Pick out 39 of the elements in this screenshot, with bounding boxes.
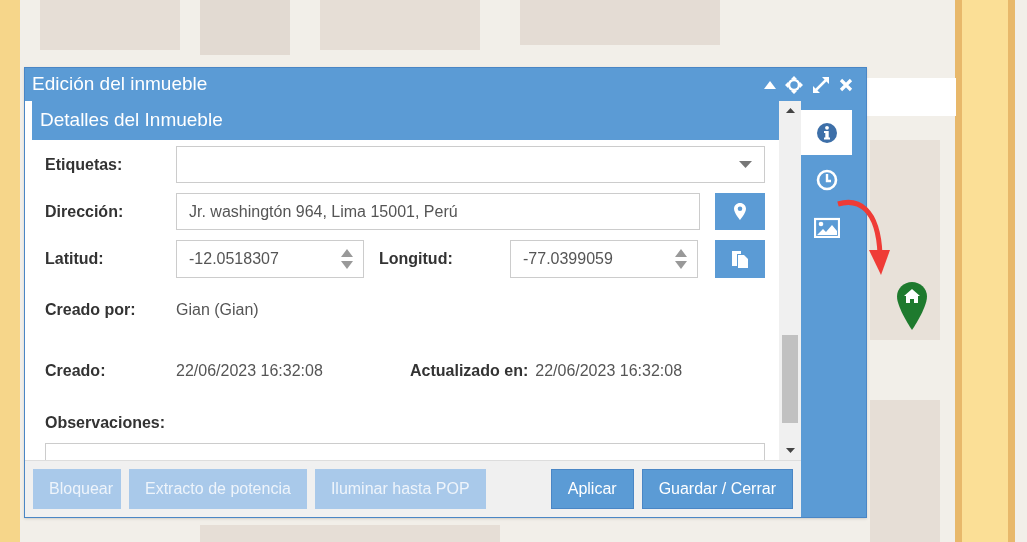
field-label: Dirección: [45, 201, 125, 222]
clipboard-icon [731, 249, 749, 269]
scrollbar-thumb[interactable] [782, 335, 798, 423]
save-close-button[interactable]: Guardar / Cerrar [641, 469, 793, 509]
maximize-icon[interactable] [812, 75, 830, 94]
clock-icon [815, 168, 838, 191]
scroll-up-icon[interactable] [785, 108, 795, 113]
field-label: Creado por: [45, 300, 137, 320]
locate-button[interactable] [715, 193, 765, 230]
field-value: 22/06/2023 16:32:08 [535, 361, 683, 381]
longitude-field[interactable]: -77.0399059 [510, 240, 698, 278]
spinner-icon[interactable] [341, 249, 353, 269]
caret-icon [739, 161, 752, 168]
move-icon[interactable] [785, 75, 803, 94]
home-marker-icon[interactable] [897, 282, 927, 330]
field-label: Longitud: [379, 249, 454, 269]
field-label: Observaciones: [45, 413, 167, 433]
close-icon[interactable] [839, 77, 853, 92]
map-pin-icon [734, 203, 746, 220]
latitude-field[interactable]: -12.0518307 [176, 240, 364, 278]
field-label: Latitud: [45, 249, 105, 269]
field-label: Actualizado en: [410, 361, 529, 381]
copy-button[interactable] [715, 240, 765, 278]
image-icon [813, 215, 840, 238]
side-tab[interactable] [801, 110, 852, 155]
field-value: 22/06/2023 16:32:08 [176, 361, 324, 381]
scroll-down-icon[interactable] [785, 448, 795, 453]
field-value: Gian (Gian) [176, 300, 259, 320]
section-header: Detalles del Inmueble [32, 101, 779, 140]
address-field[interactable]: Jr. washingtón 964, Lima 15001, Perú [176, 193, 700, 230]
scrollbar[interactable] [779, 101, 801, 460]
tags-dropdown[interactable] [176, 146, 765, 183]
window-title: Edición del inmueble [32, 72, 208, 97]
info-icon [815, 121, 838, 144]
collapse-icon[interactable] [764, 80, 776, 89]
apply-button[interactable]: Aplicar [550, 469, 634, 509]
field-label: Creado: [45, 361, 107, 381]
field-label: Etiquetas: [45, 154, 124, 175]
spinner-icon[interactable] [675, 249, 687, 269]
